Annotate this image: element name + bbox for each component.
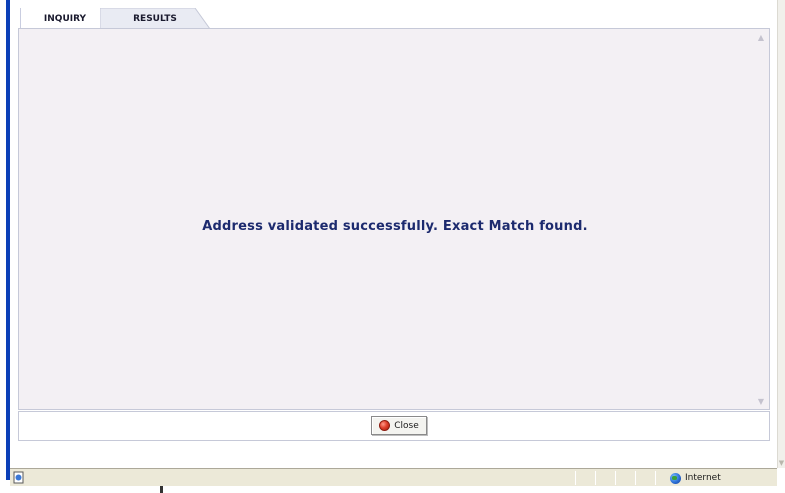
status-bar: Internet	[10, 468, 777, 486]
page-icon	[13, 471, 24, 484]
browser-window: ▼ INQUIRY RESULTS Address validated succ…	[0, 0, 785, 493]
page-scrollbar[interactable]: ▼	[777, 0, 785, 468]
tab-divider	[20, 8, 21, 29]
red-circle-icon	[379, 420, 391, 431]
panel-scrollbar[interactable]: ▲ ▼	[755, 33, 767, 407]
taskbar-mark	[160, 486, 163, 493]
button-bar: Close	[18, 411, 770, 441]
close-button[interactable]: Close	[371, 416, 427, 435]
status-divider	[635, 471, 636, 485]
close-button-label: Close	[394, 420, 419, 431]
zone-label: Internet	[685, 473, 721, 483]
status-divider	[575, 471, 576, 485]
tab-results[interactable]: RESULTS	[100, 8, 210, 29]
window-border	[6, 0, 10, 480]
status-divider	[615, 471, 616, 485]
scroll-down-arrow-icon[interactable]: ▼	[778, 458, 785, 468]
globe-icon	[670, 472, 681, 484]
security-zone[interactable]: Internet	[670, 470, 721, 486]
results-panel: Address validated successfully. Exact Ma…	[18, 28, 770, 410]
scroll-up-arrow-icon[interactable]: ▲	[755, 33, 767, 43]
taskbar-strip	[0, 486, 785, 493]
tab-inquiry[interactable]: INQUIRY	[20, 8, 110, 29]
validation-message: Address validated successfully. Exact Ma…	[202, 219, 588, 234]
tab-results-label: RESULTS	[133, 13, 177, 24]
tab-inquiry-label: INQUIRY	[43, 13, 87, 24]
scroll-down-arrow-icon[interactable]: ▼	[755, 397, 767, 407]
status-divider	[595, 471, 596, 485]
status-divider	[655, 471, 656, 485]
